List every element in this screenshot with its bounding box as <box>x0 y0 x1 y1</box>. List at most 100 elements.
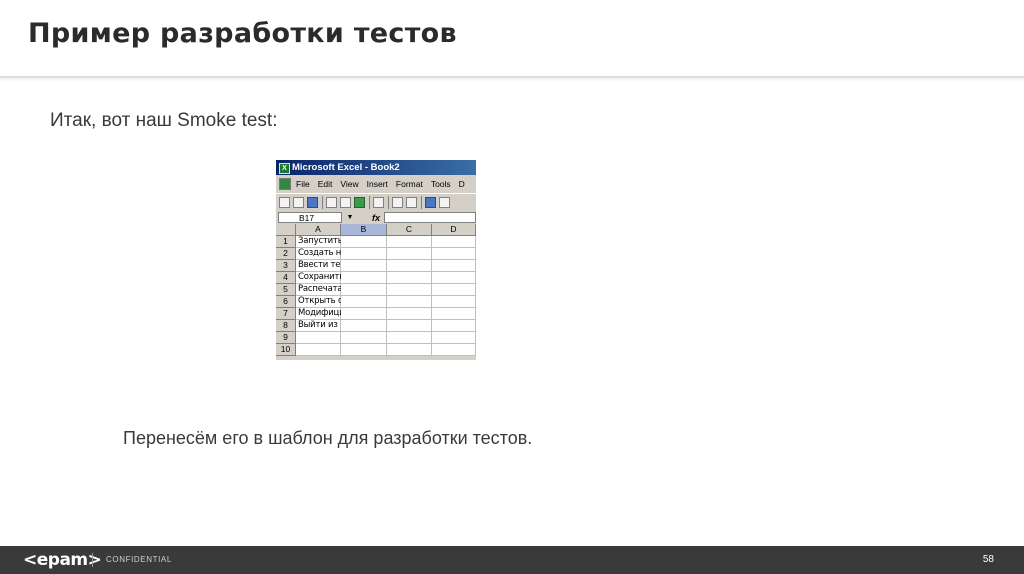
column-header-a[interactable]: A <box>296 224 341 236</box>
cell-a[interactable]: Запустить приложение <box>296 236 400 248</box>
cell-c[interactable] <box>387 296 432 308</box>
footer-bar: <epam> CONFIDENTIAL 58 <box>0 546 1024 574</box>
cell-c[interactable] <box>387 320 432 332</box>
row-header[interactable]: 7 <box>276 308 296 320</box>
epam-logo: <epam> <box>23 550 102 570</box>
cell-b[interactable] <box>341 260 387 272</box>
spreadsheet-row: 3 Ввести текст <box>276 260 476 272</box>
undo-icon[interactable] <box>392 197 403 208</box>
cell-b[interactable] <box>341 248 387 260</box>
row-header[interactable]: 6 <box>276 296 296 308</box>
cell-b[interactable] <box>341 320 387 332</box>
cell-a[interactable] <box>296 344 341 356</box>
print-preview-icon[interactable] <box>340 197 351 208</box>
cell-a[interactable]: Модифицировать файл <box>296 308 399 320</box>
spreadsheet-row: 7Модифицировать файл <box>276 308 476 320</box>
cell-d[interactable] <box>432 320 476 332</box>
chevron-down-icon[interactable]: ▼ <box>345 213 355 223</box>
menu-view[interactable]: View <box>340 179 358 189</box>
spreadsheet-row: 4 Сохранить файл <box>276 272 476 284</box>
spreadsheet-row: 6Открыть существующий файл <box>276 296 476 308</box>
print-icon[interactable] <box>326 197 337 208</box>
cell-b[interactable] <box>341 344 387 356</box>
menu-data[interactable]: D <box>459 179 465 189</box>
row-header[interactable]: 4 <box>276 272 296 284</box>
toolbar-separator <box>388 196 389 209</box>
cell-a[interactable]: Распечатать файл <box>296 284 377 296</box>
cell-a[interactable]: Сохранить файл <box>296 272 369 284</box>
cell-d[interactable] <box>432 260 476 272</box>
toolbar-separator <box>421 196 422 209</box>
menu-format[interactable]: Format <box>396 179 423 189</box>
spreadsheet-row: 10 <box>276 344 476 356</box>
cell-a[interactable] <box>296 332 341 344</box>
copy-icon[interactable] <box>373 197 384 208</box>
cell-b[interactable] <box>341 236 387 248</box>
cell-c[interactable] <box>387 284 432 296</box>
column-header-row: A B C D <box>276 224 476 236</box>
title-bar: Пример разработки тестов <box>0 0 1024 78</box>
cell-a[interactable]: Выйти из приложения <box>296 320 395 332</box>
cell-d[interactable] <box>432 344 476 356</box>
cell-b[interactable] <box>341 284 387 296</box>
cell-d[interactable] <box>432 284 476 296</box>
excel-screenshot: X Microsoft Excel - Book2 File Edit View … <box>276 160 476 360</box>
cell-b[interactable] <box>341 296 387 308</box>
spelling-icon[interactable] <box>354 197 365 208</box>
formula-input[interactable] <box>384 212 476 223</box>
cell-a[interactable]: Ввести текст <box>296 260 355 272</box>
cell-d[interactable] <box>432 296 476 308</box>
row-header[interactable]: 9 <box>276 332 296 344</box>
fx-icon[interactable]: fx <box>372 213 380 223</box>
cell-c[interactable] <box>387 236 432 248</box>
row-header[interactable]: 2 <box>276 248 296 260</box>
cell-d[interactable] <box>432 332 476 344</box>
cell-d[interactable] <box>432 236 476 248</box>
slide-title: Пример разработки тестов <box>28 18 457 49</box>
row-header[interactable]: 8 <box>276 320 296 332</box>
autosum-icon[interactable] <box>439 197 450 208</box>
cell-d[interactable] <box>432 272 476 284</box>
cell-c[interactable] <box>387 272 432 284</box>
menu-tools[interactable]: Tools <box>431 179 451 189</box>
cell-c[interactable] <box>387 344 432 356</box>
spreadsheet-row: 1Запустить приложение <box>276 236 476 248</box>
cell-c[interactable] <box>387 260 432 272</box>
cell-c[interactable] <box>387 308 432 320</box>
excel-menu-bar: File Edit View Insert Format Tools D <box>276 176 476 192</box>
row-header[interactable]: 3 <box>276 260 296 272</box>
caption-text: Перенесём его в шаблон для разработки те… <box>123 428 533 448</box>
cell-c[interactable] <box>387 248 432 260</box>
row-header[interactable]: 1 <box>276 236 296 248</box>
row-header[interactable]: 5 <box>276 284 296 296</box>
cell-b[interactable] <box>341 308 387 320</box>
cell-a[interactable]: Создать новый файл <box>296 248 388 260</box>
redo-icon[interactable] <box>406 197 417 208</box>
menu-edit[interactable]: Edit <box>318 179 333 189</box>
name-box[interactable]: B17 ▼ <box>278 212 353 223</box>
excel-app-icon: X <box>279 163 290 174</box>
menu-insert[interactable]: Insert <box>367 179 388 189</box>
row-header[interactable]: 10 <box>276 344 296 356</box>
confidential-label: CONFIDENTIAL <box>106 555 172 564</box>
cell-c[interactable] <box>387 332 432 344</box>
cell-d[interactable] <box>432 248 476 260</box>
hyperlink-icon[interactable] <box>425 197 436 208</box>
open-icon[interactable] <box>293 197 304 208</box>
column-header-b[interactable]: B <box>341 224 387 236</box>
spreadsheet-row: 8Выйти из приложения <box>276 320 476 332</box>
column-header-d[interactable]: D <box>432 224 476 236</box>
cell-b[interactable] <box>341 272 387 284</box>
cell-b[interactable] <box>341 332 387 344</box>
workbook-icon <box>279 178 291 190</box>
save-icon[interactable] <box>307 197 318 208</box>
cell-a[interactable]: Открыть существующий файл <box>296 296 430 308</box>
cell-d[interactable] <box>432 308 476 320</box>
excel-window-title: Microsoft Excel - Book2 <box>292 162 400 173</box>
menu-file[interactable]: File <box>296 179 310 189</box>
spreadsheet-row: 5 Распечатать файл <box>276 284 476 296</box>
new-icon[interactable] <box>279 197 290 208</box>
column-header-c[interactable]: C <box>387 224 432 236</box>
toolbar-separator <box>322 196 323 209</box>
select-all-corner[interactable] <box>276 224 296 236</box>
